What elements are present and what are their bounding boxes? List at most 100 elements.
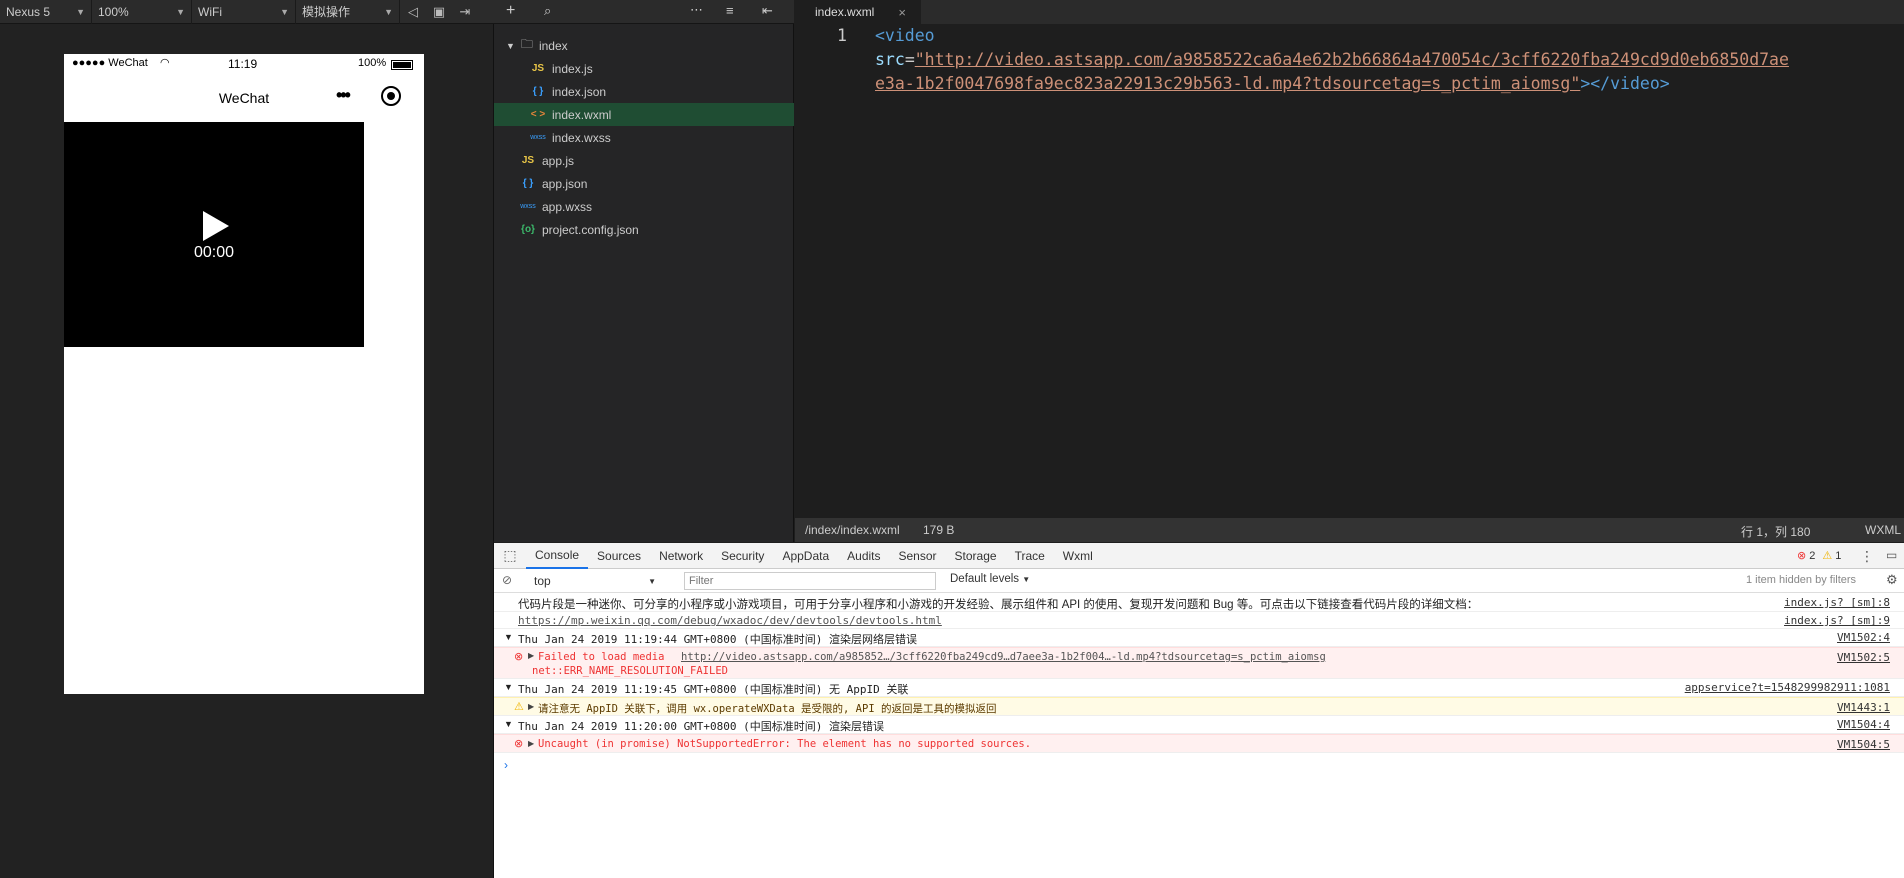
tree-item-label: index.wxss (552, 130, 611, 145)
log-text: net::ERR_NAME_RESOLUTION_FAILED (532, 665, 728, 677)
close-icon[interactable]: × (898, 5, 906, 20)
chevron-down-icon: ▼ (176, 6, 185, 17)
file-tree-panel: + ⌕ ⋯ ≡ ⇤ ▼ 🗀 index JS index.js { } inde… (494, 0, 794, 542)
play-icon[interactable] (201, 210, 231, 242)
tree-file-app-js[interactable]: JS app.js (494, 149, 794, 172)
chevron-right-icon[interactable]: ▶ (528, 739, 534, 748)
mute-icon[interactable]: ◁ (400, 0, 426, 24)
close-capsule-icon[interactable] (381, 86, 401, 106)
search-icon[interactable]: ⌕ (544, 3, 551, 19)
simulate-action-select[interactable]: 模拟操作 ▼ (296, 0, 400, 24)
tree-file-index-js[interactable]: JS index.js (494, 57, 794, 80)
clock: 11:19 (228, 57, 258, 71)
code-url-part2: e3a-1b2f0047698fa9ec823a22913c29b563-ld.… (875, 74, 1581, 93)
tab-trace[interactable]: Trace (1006, 543, 1054, 569)
tab-console[interactable]: Console (526, 543, 589, 569)
tab-sensor[interactable]: Sensor (890, 543, 946, 569)
folder-icon: 🗀 (520, 37, 533, 51)
battery-icon (391, 60, 413, 70)
chevron-right-icon[interactable]: ▶ (528, 702, 534, 711)
context-value: top (534, 574, 551, 588)
log-source-link[interactable]: VM1504:4 (1837, 718, 1890, 731)
network-select-value: WiFi (198, 4, 222, 19)
clear-console-icon[interactable]: ⊘ (502, 573, 512, 587)
log-source-link[interactable]: index.js? [sm]:9 (1784, 614, 1890, 627)
tree-file-app-json[interactable]: { } app.json (494, 172, 794, 195)
video-time: 00:00 (193, 244, 235, 261)
tab-audits[interactable]: Audits (838, 543, 889, 569)
tab-appdata[interactable]: AppData (773, 543, 838, 569)
dock-icon[interactable]: ▭ (1886, 548, 1897, 562)
tab-sources[interactable]: Sources (588, 543, 650, 569)
more-icon[interactable]: ••• (336, 85, 351, 106)
tab-wxml[interactable]: Wxml (1054, 543, 1102, 569)
code-attr-name: src (875, 50, 905, 69)
context-select[interactable]: top ▼ (530, 572, 660, 590)
nav-title: WeChat (218, 90, 270, 106)
log-source-link[interactable]: VM1504:5 (1837, 738, 1890, 751)
log-source-link[interactable]: VM1502:5 (1837, 651, 1890, 664)
simulator-toolbar: Nexus 5 ▼ 100% ▼ WiFi ▼ 模拟操作 ▼ ◁ ▣ ⇥ (0, 0, 494, 24)
tree-item-label: project.config.json (542, 222, 639, 237)
issue-counters[interactable]: ⊗ 2 ⚠ 1 (1797, 549, 1841, 563)
tab-index-wxml[interactable]: index.wxml × (795, 0, 921, 24)
sidebar-toggle-icon[interactable]: ⇤ (762, 3, 773, 19)
log-source-link[interactable]: VM1443:1 (1837, 701, 1890, 714)
log-levels-select[interactable]: Default levels ▼ (950, 573, 1030, 585)
window-icon[interactable]: ▣ (426, 0, 452, 24)
log-group-header[interactable]: ▼ Thu Jan 24 2019 11:19:45 GMT+0800 (中国标… (494, 679, 1904, 697)
network-select[interactable]: WiFi ▼ (192, 0, 296, 24)
chevron-down-icon: ▼ (384, 6, 393, 17)
status-language: WXML (1865, 523, 1901, 537)
hidden-items-info: 1 item hidden by filters (1746, 574, 1857, 586)
log-link[interactable]: https://mp.weixin.qq.com/debug/wxadoc/de… (518, 614, 942, 627)
log-source-link[interactable]: index.js? [sm]:8 (1784, 596, 1890, 609)
tab-label: index.wxml (815, 5, 875, 19)
simulator-panel: Nexus 5 ▼ 100% ▼ WiFi ▼ 模拟操作 ▼ ◁ ▣ ⇥ ●●●… (0, 0, 494, 878)
chevron-right-icon[interactable]: ▶ (528, 651, 534, 660)
code-area[interactable]: 1 <video src="http://video.astsapp.com/a… (795, 24, 1904, 518)
log-source-link[interactable]: VM1502:4 (1837, 631, 1890, 644)
settings-gear-icon[interactable]: ⚙ (1886, 572, 1898, 588)
log-text: Thu Jan 24 2019 11:19:45 GMT+0800 (中国标准时… (518, 683, 909, 696)
tab-network[interactable]: Network (650, 543, 712, 569)
add-icon[interactable]: + (506, 2, 515, 20)
tree-file-project-config[interactable]: {o} project.config.json (494, 218, 794, 241)
chevron-down-icon: ▼ (504, 632, 513, 642)
tree-folder-index[interactable]: ▼ 🗀 index (494, 34, 794, 57)
tree-file-app-wxss[interactable]: wxss app.wxss (494, 195, 794, 218)
wxss-icon: wxss (530, 134, 546, 141)
tree-file-index-wxss[interactable]: wxss index.wxss (494, 126, 794, 149)
more-icon[interactable]: ⋯ (690, 2, 703, 18)
device-select[interactable]: Nexus 5 ▼ (0, 0, 92, 24)
log-group-header[interactable]: ▼ Thu Jan 24 2019 11:20:00 GMT+0800 (中国标… (494, 716, 1904, 734)
error-icon: ⊗ (1797, 550, 1807, 562)
devtools-tab-bar: ⬚ Console Sources Network Security AppDa… (494, 543, 1904, 569)
kebab-menu-icon[interactable]: ⋮ (1860, 548, 1874, 565)
zoom-select[interactable]: 100% ▼ (92, 0, 192, 24)
chevron-down-icon: ▼ (76, 6, 85, 17)
tab-label: Audits (847, 548, 881, 563)
js-icon: JS (521, 155, 535, 166)
status-cursor-position: 行 1，列 180 (1741, 525, 1811, 539)
tree-item-label: app.json (542, 176, 588, 191)
inspect-icon[interactable]: ⬚ (494, 547, 526, 564)
log-link[interactable]: http://video.astsapp.com/a985852…/3cff62… (681, 651, 1326, 663)
console-filter-input[interactable] (684, 572, 936, 590)
log-error-entry: ⊗ ▶ Uncaught (in promise) NotSupportedEr… (494, 734, 1904, 753)
detach-icon[interactable]: ⇥ (452, 0, 478, 24)
tree-file-index-wxml[interactable]: < > index.wxml (494, 103, 794, 126)
tree-file-index-json[interactable]: { } index.json (494, 80, 794, 103)
battery-text: 100% (358, 57, 387, 69)
log-source-link[interactable]: appservice?t=1548299982911:1081 (1685, 681, 1890, 694)
tab-label: Wxml (1062, 548, 1093, 563)
tab-storage[interactable]: Storage (946, 543, 1006, 569)
video-player[interactable]: 00:00 (64, 122, 364, 347)
log-group-header[interactable]: ▼ Thu Jan 24 2019 11:19:44 GMT+0800 (中国标… (494, 629, 1904, 647)
error-icon: ⊗ (514, 651, 524, 663)
console-prompt-icon[interactable]: › (504, 758, 508, 772)
code-url-part1: "http://video.astsapp.com/a9858522ca6a4e… (914, 50, 1789, 69)
tab-security[interactable]: Security (712, 543, 773, 569)
collapse-icon[interactable]: ≡ (726, 3, 734, 18)
chevron-down-icon: ▼ (280, 6, 289, 17)
